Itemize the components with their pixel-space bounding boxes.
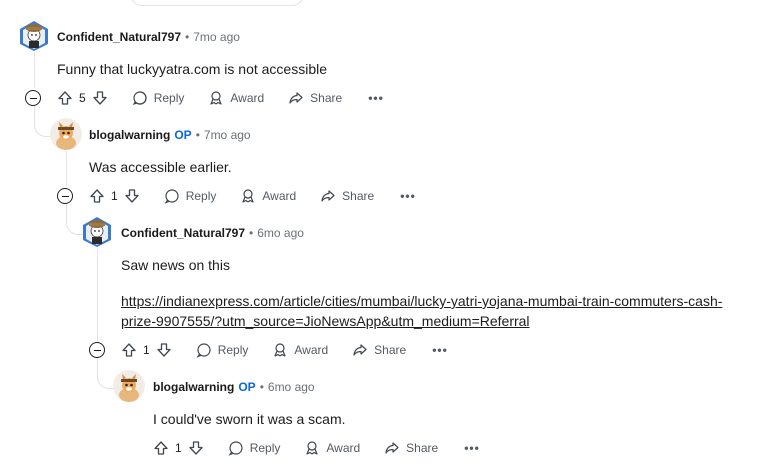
- reply-icon: [164, 189, 179, 204]
- award-icon: [210, 91, 222, 105]
- timestamp[interactable]: 7mo ago: [193, 30, 240, 44]
- reply-icon: [132, 91, 147, 106]
- comment-body: Funny that luckyyatra.com is not accessi…: [57, 61, 328, 77]
- avatar[interactable]: [18, 20, 50, 52]
- comment-actions: 1 Reply Award Share •••: [153, 436, 480, 460]
- thread-elbow-1: [34, 106, 51, 137]
- thread-elbow-3: [97, 358, 114, 389]
- share-icon: [385, 442, 399, 454]
- author-name[interactable]: Confident_Natural797: [121, 226, 245, 240]
- timestamp[interactable]: 7mo ago: [204, 128, 251, 142]
- award-icon: [274, 343, 286, 357]
- vote-control: 1: [121, 342, 172, 358]
- collapse-icon[interactable]: [57, 188, 73, 204]
- reply-label: Reply: [153, 91, 185, 105]
- vote-control: 1: [89, 188, 140, 204]
- reply-button[interactable]: Reply: [164, 188, 217, 204]
- share-icon: [321, 190, 335, 202]
- award-label: Award: [326, 441, 361, 455]
- share-icon: [353, 344, 367, 356]
- award-icon: [306, 441, 318, 455]
- avatar[interactable]: [81, 216, 113, 248]
- vote-control: 5: [57, 90, 108, 106]
- previous-element-fragment: [130, 0, 304, 6]
- reply-label: Reply: [217, 343, 249, 357]
- share-button[interactable]: Share: [384, 440, 438, 456]
- op-badge: OP: [238, 380, 256, 394]
- comment-body: Saw news on this: [121, 257, 230, 273]
- comment-actions: 5 Reply Award Share •••: [57, 86, 384, 110]
- share-button[interactable]: Share: [288, 90, 342, 106]
- separator-dot: •: [195, 128, 200, 142]
- award-label: Award: [230, 91, 265, 105]
- comment-body: Was accessible earlier.: [89, 159, 232, 175]
- separator-dot: •: [249, 226, 254, 240]
- more-icon[interactable]: •••: [400, 189, 416, 203]
- reply-icon: [196, 343, 211, 358]
- reply-button[interactable]: Reply: [132, 90, 185, 106]
- more-icon[interactable]: •••: [464, 441, 480, 455]
- share-button[interactable]: Share: [320, 188, 374, 204]
- comment-body: I could've sworn it was a scam.: [153, 411, 346, 427]
- share-icon: [289, 92, 303, 104]
- share-label: Share: [406, 441, 439, 455]
- reply-button[interactable]: Reply: [196, 342, 249, 358]
- award-button[interactable]: Award: [272, 342, 328, 358]
- op-badge: OP: [174, 128, 192, 142]
- award-button[interactable]: Award: [208, 90, 264, 106]
- separator-dot: •: [259, 380, 264, 394]
- reply-label: Reply: [249, 441, 281, 455]
- share-label: Share: [374, 343, 407, 357]
- separator-dot: •: [185, 30, 190, 44]
- author-name[interactable]: Confident_Natural797: [57, 30, 181, 44]
- award-label: Award: [294, 343, 329, 357]
- comment-header: blogalwarning OP • 6mo ago: [153, 379, 315, 395]
- thread-line-2: [66, 151, 67, 186]
- reply-icon: [228, 441, 243, 456]
- upvote-icon[interactable]: [57, 90, 73, 106]
- author-name[interactable]: blogalwarning: [89, 128, 170, 142]
- comment-actions: 1 Reply Award Share •••: [121, 338, 448, 362]
- comment-header: Confident_Natural797 • 7mo ago: [57, 29, 240, 45]
- thread-line-3: [97, 249, 98, 342]
- vote-count: 1: [111, 189, 118, 203]
- vote-count: 1: [143, 343, 150, 357]
- upvote-icon[interactable]: [89, 188, 105, 204]
- link-text-line-2: prize-9907555/?utm_source=JioNewsApp&utm…: [121, 313, 530, 329]
- more-icon[interactable]: •••: [432, 343, 448, 357]
- collapse-icon[interactable]: [25, 90, 41, 106]
- comment-link[interactable]: https://indianexpress.com/article/cities…: [121, 291, 751, 331]
- author-name[interactable]: blogalwarning: [153, 380, 234, 394]
- comment-actions: 1 Reply Award Share •••: [89, 184, 416, 208]
- collapse-icon[interactable]: [89, 342, 105, 358]
- share-label: Share: [342, 189, 375, 203]
- downvote-icon[interactable]: [156, 342, 172, 358]
- downvote-icon[interactable]: [188, 440, 204, 456]
- award-button[interactable]: Award: [240, 188, 296, 204]
- upvote-icon[interactable]: [121, 342, 137, 358]
- share-button[interactable]: Share: [352, 342, 406, 358]
- downvote-icon[interactable]: [124, 188, 140, 204]
- comment-header: Confident_Natural797 • 6mo ago: [121, 225, 304, 241]
- avatar[interactable]: [113, 370, 145, 402]
- avatar[interactable]: [50, 118, 82, 150]
- award-button[interactable]: Award: [304, 440, 360, 456]
- timestamp[interactable]: 6mo ago: [268, 380, 315, 394]
- downvote-icon[interactable]: [92, 90, 108, 106]
- more-icon[interactable]: •••: [368, 91, 384, 105]
- vote-count: 5: [79, 91, 86, 105]
- vote-control: 1: [153, 440, 204, 456]
- comment-header: blogalwarning OP • 7mo ago: [89, 127, 251, 143]
- vote-count: 1: [175, 441, 182, 455]
- link-text-line-1: https://indianexpress.com/article/cities…: [121, 293, 723, 309]
- award-icon: [242, 189, 254, 203]
- award-label: Award: [262, 189, 297, 203]
- reply-label: Reply: [185, 189, 217, 203]
- upvote-icon[interactable]: [153, 440, 169, 456]
- share-label: Share: [310, 91, 343, 105]
- timestamp[interactable]: 6mo ago: [257, 226, 304, 240]
- reply-button[interactable]: Reply: [228, 440, 281, 456]
- thread-line-1: [34, 53, 35, 88]
